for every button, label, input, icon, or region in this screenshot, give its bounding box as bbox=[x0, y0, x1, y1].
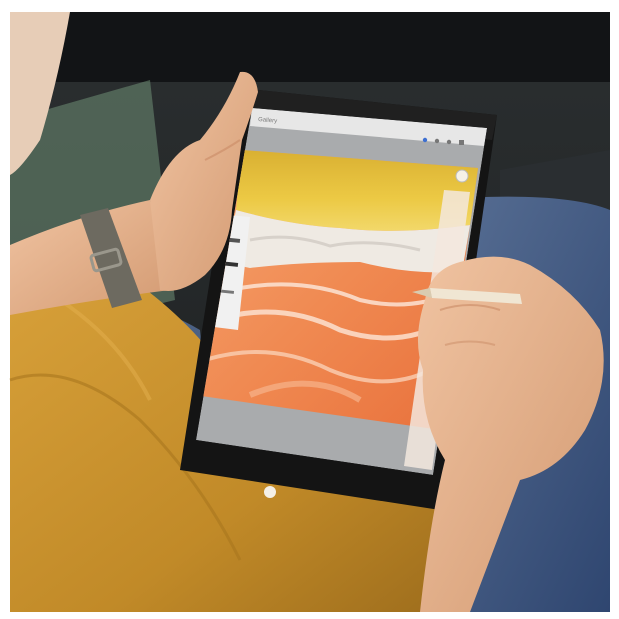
photo-scene: Gallery bbox=[0, 0, 619, 619]
color-icon[interactable] bbox=[455, 169, 469, 183]
smudge-icon[interactable] bbox=[434, 138, 440, 144]
brush-icon[interactable] bbox=[422, 137, 428, 143]
photo-svg: Gallery bbox=[0, 0, 619, 619]
eraser-icon[interactable] bbox=[446, 139, 452, 145]
dark-dashboard bbox=[40, 12, 610, 82]
shirt-button bbox=[264, 486, 276, 498]
layers-icon[interactable] bbox=[459, 140, 464, 145]
